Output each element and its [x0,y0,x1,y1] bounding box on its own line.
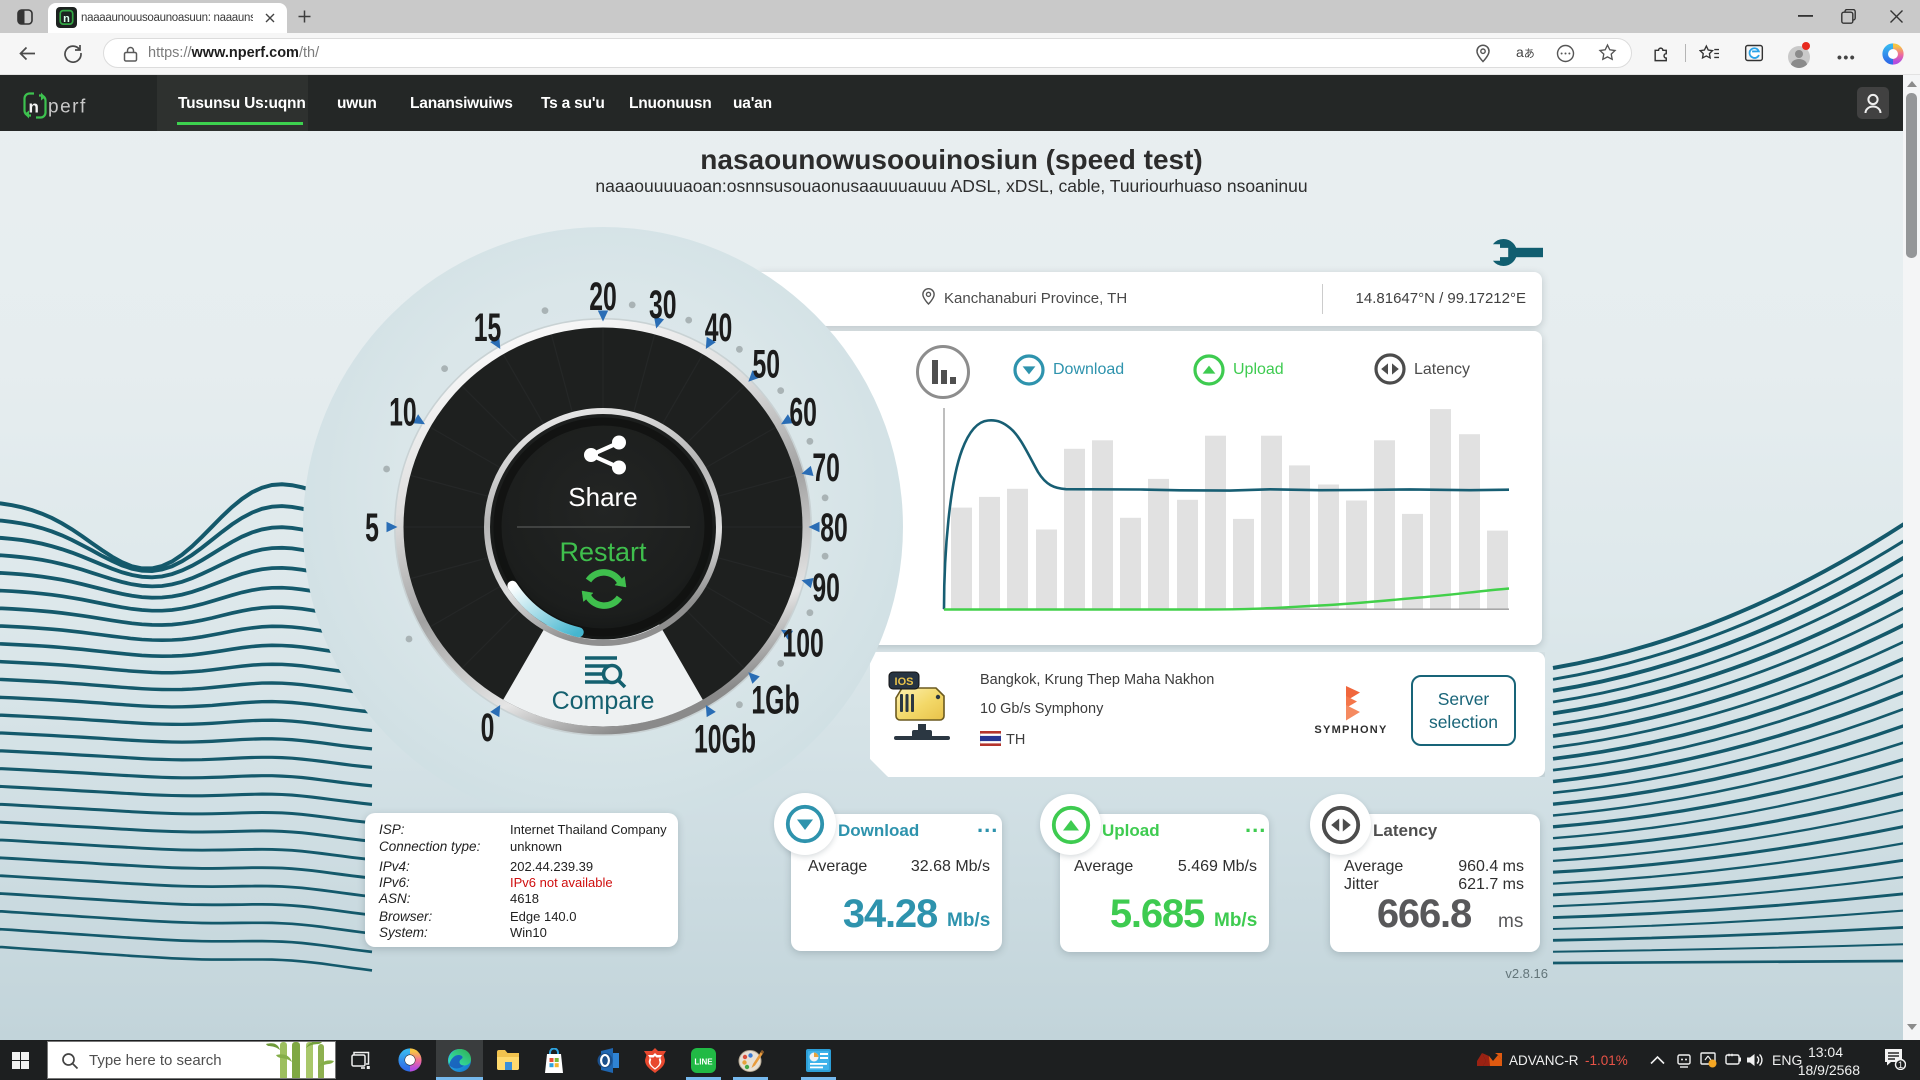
svg-text:IOS: IOS [895,676,914,688]
svg-text:1Gb: 1Gb [751,679,799,723]
svg-text:1: 1 [1898,1060,1903,1070]
svg-text:70: 70 [812,446,840,490]
svg-text:10Gb: 10Gb [694,717,756,761]
svg-text:100: 100 [782,622,823,666]
svg-text:Compare: Compare [552,687,655,715]
svg-text:20: 20 [589,275,617,319]
svg-text:5: 5 [365,506,379,550]
svg-text:n: n [63,13,70,25]
svg-text:10: 10 [389,391,417,435]
svg-text:90: 90 [812,566,840,610]
svg-text:0: 0 [481,706,495,750]
svg-text:40: 40 [705,306,733,350]
svg-text:60: 60 [789,391,817,435]
svg-text:LINE: LINE [694,1058,713,1067]
svg-text:50: 50 [753,343,781,387]
svg-text:15: 15 [474,306,502,350]
svg-text:30: 30 [649,283,677,327]
svg-text:perf: perf [48,97,87,118]
svg-text:Restart: Restart [559,537,647,567]
svg-text:80: 80 [820,506,848,550]
svg-text:n: n [29,98,39,117]
svg-text:Share: Share [568,482,637,512]
